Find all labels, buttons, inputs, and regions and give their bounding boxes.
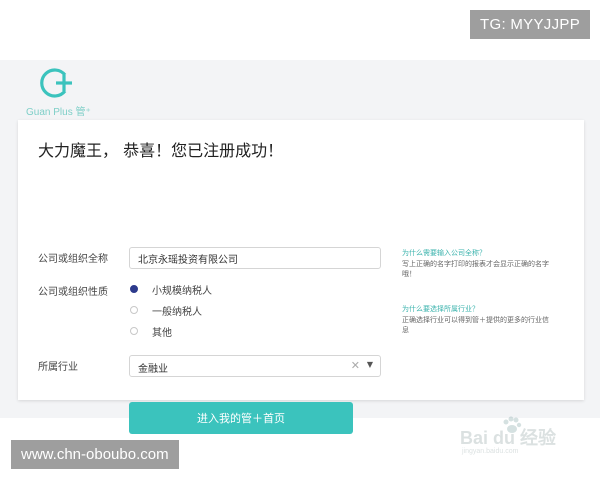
radio-unchecked-icon[interactable] [130, 306, 138, 314]
company-name-input[interactable] [129, 247, 381, 269]
radio-unchecked-icon[interactable] [130, 327, 138, 335]
brand-logo: Guan Plus 管⁺ [26, 66, 116, 118]
help-question-link[interactable]: 为什么需要输入公司全称？ [402, 248, 552, 258]
help-company-name: 为什么需要输入公司全称？ 写上正确的名字打印的报表才会显示正确的名字哦！ [402, 248, 552, 279]
radio-label: 小规模纳税人 [152, 286, 212, 297]
help-question-link[interactable]: 为什么要选择所属行业？ [402, 304, 552, 314]
company-name-label: 公司或组织全称 [38, 254, 108, 265]
baidu-watermark: Bai du 经验 jingyan.baidu.com [460, 416, 570, 460]
logo-text: Guan Plus 管⁺ [26, 107, 91, 118]
tg-badge: TG: MYYJJPP [470, 10, 590, 39]
industry-select[interactable]: 金融业 ✕ ▼ [129, 355, 381, 377]
watermark-url: jingyan.baidu.com [462, 448, 519, 455]
registration-card: 大力魔王， 恭喜！您已注册成功！ 公司或组织全称 公司或组织性质 小规模纳税人 … [18, 120, 584, 434]
industry-label: 所属行业 [38, 362, 78, 373]
watermark-text: Bai du 经验 [460, 428, 557, 448]
caret-down-icon[interactable]: ▼ [367, 360, 373, 369]
help-industry: 为什么要选择所属行业？ 正确选择行业可以得到管＋提供的更多的行业信息 [402, 304, 552, 335]
radio-checked-icon[interactable] [130, 285, 138, 293]
guan-plus-logo-icon [40, 68, 72, 98]
help-answer: 正确选择行业可以得到管＋提供的更多的行业信息 [402, 316, 549, 334]
page-title: 大力魔王， 恭喜！您已注册成功！ [38, 141, 284, 160]
industry-selected-value: 金融业 [138, 364, 168, 375]
radio-label: 其他 [152, 328, 172, 339]
radio-label: 一般纳税人 [152, 307, 202, 318]
app-screenshot: Guan Plus 管⁺ 大力魔王， 恭喜！您已注册成功！ 公司或组织全称 公司… [0, 60, 600, 455]
enter-home-button[interactable]: 进入我的管＋首页 [129, 402, 353, 434]
site-badge: www.chn-oboubo.com [11, 440, 179, 469]
help-answer: 写上正确的名字打印的报表才会显示正确的名字哦！ [402, 260, 549, 278]
close-icon[interactable]: ✕ [351, 359, 360, 372]
company-nature-label: 公司或组织性质 [38, 287, 108, 298]
